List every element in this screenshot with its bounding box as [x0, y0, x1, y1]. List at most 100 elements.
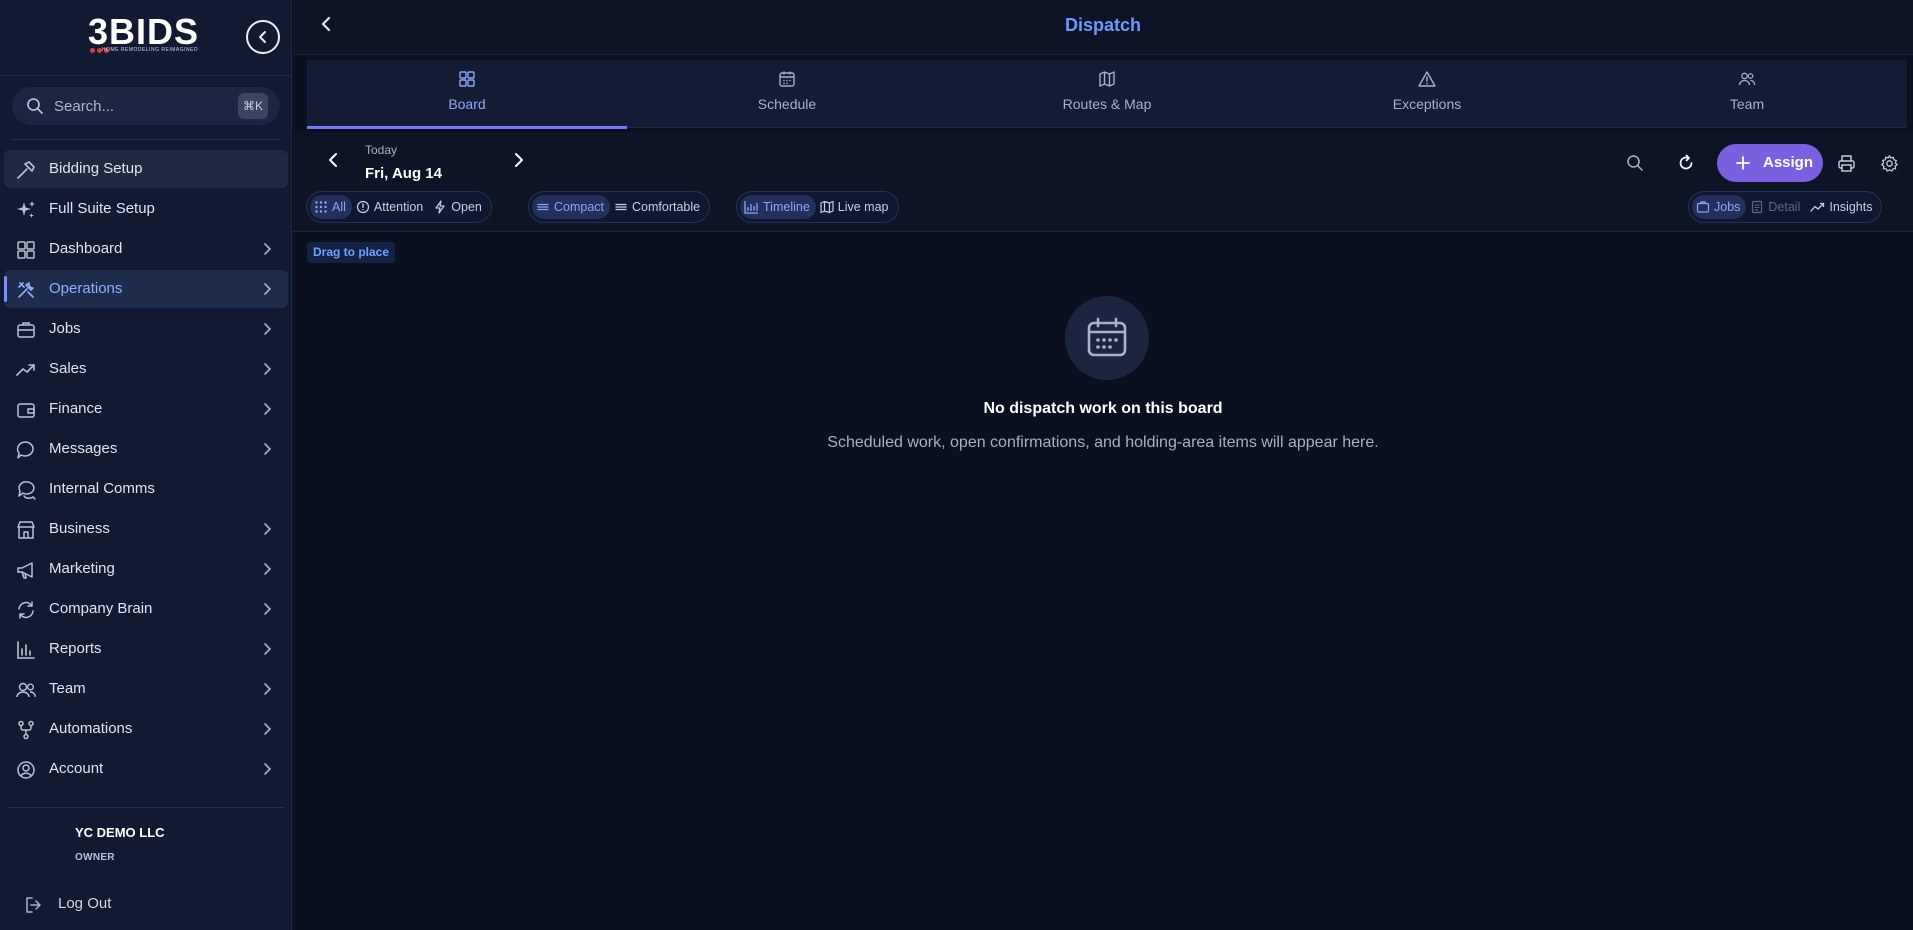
tab-exceptions[interactable]: Exceptions: [1267, 60, 1587, 128]
search-input[interactable]: [54, 87, 234, 125]
lines-icon: [615, 203, 627, 211]
chat-bubbles-icon: [18, 481, 36, 500]
print-button[interactable]: [1833, 150, 1859, 176]
logo-tagline: HOME REMODELING REIMAGINED: [102, 47, 199, 53]
next-day-button[interactable]: [511, 152, 527, 168]
board-toolbar: Today Fri, Aug 14 Assign All Attention O…: [293, 132, 1913, 232]
filter-all-button[interactable]: All: [310, 195, 352, 219]
previous-day-button[interactable]: [325, 152, 341, 168]
collapse-sidebar-button[interactable]: [246, 20, 280, 54]
filter-open-button[interactable]: Open: [429, 195, 488, 219]
refresh-icon: [1679, 154, 1693, 170]
sidebar-item-internal-comms[interactable]: Internal Comms: [4, 470, 288, 508]
sidebar-item-label: Sales: [49, 360, 87, 377]
sidebar-item-operations[interactable]: Operations: [4, 270, 288, 308]
filter-all-label: All: [332, 200, 346, 214]
sidebar-item-label: Marketing: [49, 560, 115, 577]
tab-label: Routes & Map: [1062, 96, 1152, 112]
logout-label: Log Out: [58, 895, 112, 912]
search-button[interactable]: [1622, 150, 1648, 176]
settings-button[interactable]: [1876, 150, 1902, 176]
chevron-left-icon: [259, 31, 266, 43]
board-grid-icon: [459, 71, 475, 87]
alert-circle-icon: [356, 200, 370, 214]
sidebar-item-account[interactable]: Account: [4, 750, 288, 788]
empty-state-title: No dispatch work on this board: [983, 400, 1223, 417]
sidebar-item-label: Dashboard: [49, 240, 123, 257]
sidebar-item-label: Bidding Setup: [49, 160, 143, 177]
search-icon: [27, 98, 43, 114]
date-caption: Today: [365, 143, 398, 157]
page-title: Dispatch: [1064, 15, 1142, 35]
filter-segment: All Attention Open: [306, 191, 492, 223]
panel-insights-button[interactable]: Insights: [1806, 195, 1878, 219]
chevron-right-icon: [264, 643, 272, 655]
briefcase-icon: [1696, 201, 1710, 213]
refresh-button[interactable]: [1673, 150, 1699, 176]
tab-label: Schedule: [757, 96, 817, 112]
chevron-right-icon: [264, 523, 272, 535]
sidebar-item-sales[interactable]: Sales: [4, 350, 288, 388]
sidebar-search[interactable]: ⌘K: [12, 87, 280, 125]
tab-schedule[interactable]: Schedule: [627, 60, 947, 128]
main-content: Dispatch Board Schedule Routes & Map Exc…: [293, 0, 1913, 930]
user-circle-icon: [17, 761, 35, 779]
company-name: YC DEMO LLC: [75, 825, 165, 840]
view-timeline-button[interactable]: Timeline: [740, 195, 816, 219]
briefcase-icon: [17, 322, 35, 338]
calendar-icon: [1087, 317, 1127, 357]
density-comfortable-button[interactable]: Comfortable: [610, 195, 706, 219]
branch-icon: [18, 720, 34, 740]
current-date[interactable]: Fri, Aug 14: [365, 165, 442, 182]
sidebar-item-company-brain[interactable]: Company Brain: [4, 590, 288, 628]
panel-insights-label: Insights: [1829, 200, 1873, 214]
tab-label: Team: [1729, 96, 1765, 112]
printer-icon: [1837, 154, 1855, 172]
tab-routes-map[interactable]: Routes & Map: [947, 60, 1267, 128]
map-icon: [820, 200, 834, 214]
lines-icon: [537, 203, 549, 211]
sidebar-item-label: Internal Comms: [49, 480, 155, 497]
sidebar-item-full-suite-setup[interactable]: Full Suite Setup: [4, 190, 288, 228]
sidebar-item-label: Automations: [49, 720, 133, 737]
sidebar-nav: Bidding Setup Full Suite Setup Dashboard…: [0, 150, 292, 790]
tab-label: Exceptions: [1392, 96, 1462, 112]
sidebar-item-team[interactable]: Team: [4, 670, 288, 708]
tab-team[interactable]: Team: [1587, 60, 1907, 128]
density-compact-button[interactable]: Compact: [532, 195, 611, 219]
brand-logo[interactable]: 3BIDS HOME REMODELING REIMAGINED: [88, 14, 206, 58]
filter-attention-button[interactable]: Attention: [352, 195, 429, 219]
sidebar-item-dashboard[interactable]: Dashboard: [4, 230, 288, 268]
density-segment: Compact Comfortable: [528, 191, 711, 223]
assign-label: Assign: [1763, 154, 1814, 171]
panel-detail-label: Detail: [1768, 200, 1801, 214]
panel-detail-button[interactable]: Detail: [1746, 195, 1806, 219]
sidebar-item-label: Team: [49, 680, 86, 697]
tab-label: Board: [448, 96, 486, 112]
sidebar-item-bidding-setup[interactable]: Bidding Setup: [4, 150, 288, 188]
panel-jobs-button[interactable]: Jobs: [1692, 195, 1747, 219]
sidebar-item-label: Full Suite Setup: [49, 200, 155, 217]
sidebar-item-marketing[interactable]: Marketing: [4, 550, 288, 588]
view-live-map-button[interactable]: Live map: [816, 195, 895, 219]
sidebar-item-business[interactable]: Business: [4, 510, 288, 548]
search-shortcut-badge: ⌘K: [238, 93, 268, 119]
sidebar-item-finance[interactable]: Finance: [4, 390, 288, 428]
tab-board[interactable]: Board: [307, 60, 627, 129]
view-timeline-label: Timeline: [763, 200, 810, 214]
chevron-right-icon: [264, 243, 272, 255]
wallet-icon: [17, 403, 35, 418]
assign-button[interactable]: Assign: [1717, 144, 1823, 182]
user-role: OWNER: [75, 852, 115, 863]
sidebar-item-jobs[interactable]: Jobs: [4, 310, 288, 348]
logout-icon: [26, 897, 41, 913]
logout-button[interactable]: Log Out: [24, 893, 224, 917]
logo-row: 3BIDS HOME REMODELING REIMAGINED: [0, 0, 292, 76]
divider: [12, 139, 280, 140]
sidebar-item-label: Messages: [49, 440, 118, 457]
sidebar-item-messages[interactable]: Messages: [4, 430, 288, 468]
sidebar-item-automations[interactable]: Automations: [4, 710, 288, 748]
users-icon: [16, 682, 36, 698]
sidebar: 3BIDS HOME REMODELING REIMAGINED ⌘K Bidd…: [0, 0, 292, 930]
sidebar-item-reports[interactable]: Reports: [4, 630, 288, 668]
